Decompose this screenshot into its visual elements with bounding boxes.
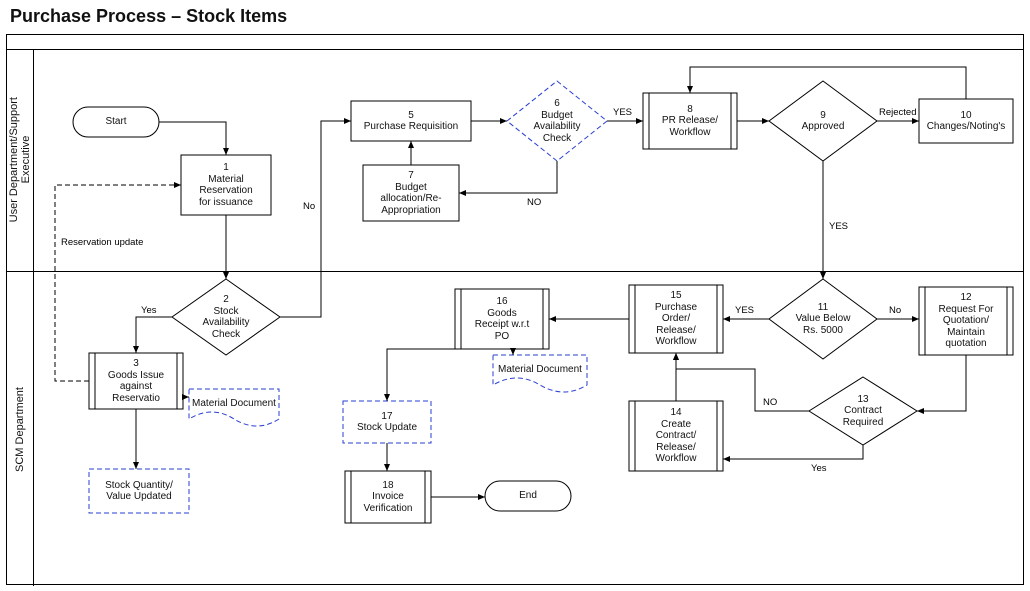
edge-no-2: NO bbox=[527, 197, 541, 208]
node-7: 7 Budget allocation/Re- Appropriation bbox=[363, 165, 459, 221]
node-6: 6 Budget Availability Check bbox=[509, 89, 605, 153]
node-10: 10 Changes/Noting's bbox=[919, 99, 1013, 143]
node-15: 15 Purchase Order/ Release/ Workflow bbox=[635, 285, 717, 353]
lane-user: User Department/Support Executive bbox=[7, 49, 34, 271]
lane-scm: SCM Department bbox=[7, 271, 34, 586]
edge-yes-4: YES bbox=[735, 305, 754, 316]
edge-yes-5: Yes bbox=[811, 463, 827, 474]
edge-no-4: NO bbox=[763, 397, 777, 408]
node-9: 9 Approved bbox=[781, 99, 865, 143]
page-title: Purchase Process – Stock Items bbox=[10, 6, 287, 27]
doc-stock-qty: Stock Quantity/ Value Updated bbox=[89, 469, 189, 513]
node-3: 3 Goods Issue against Reservatio bbox=[95, 353, 177, 409]
node-12: 12 Request For Quotation/ Maintain quota… bbox=[925, 287, 1007, 355]
node-8: 8 PR Release/ Workflow bbox=[649, 93, 731, 149]
node-13: 13 Contract Required bbox=[823, 393, 903, 429]
edge-no-3: No bbox=[889, 305, 901, 316]
diagram-frame: User Department/Support Executive SCM De… bbox=[6, 34, 1024, 585]
node-2: 2 Stock Availability Check bbox=[183, 291, 269, 343]
edge-rejected: Rejected bbox=[879, 107, 917, 118]
flow-canvas: Start 1 Material Reservation for issuanc… bbox=[33, 49, 1023, 585]
node-17: 17 Stock Update bbox=[343, 401, 431, 443]
edge-yes-1: Yes bbox=[141, 305, 157, 316]
doc-material-2: Material Document bbox=[493, 357, 587, 383]
node-18: 18 Invoice Verification bbox=[351, 471, 425, 523]
node-14: 14 Create Contract/ Release/ Workflow bbox=[635, 401, 717, 471]
end-node: End bbox=[485, 481, 571, 511]
node-5: 5 Purchase Requisition bbox=[351, 101, 471, 141]
start-node: Start bbox=[73, 107, 159, 137]
edge-res-update: Reservation update bbox=[61, 237, 143, 248]
edge-yes-3: YES bbox=[829, 221, 848, 232]
doc-material-1: Material Document bbox=[189, 391, 279, 417]
node-11: 11 Value Below Rs. 5000 bbox=[781, 295, 865, 343]
edge-no-1: No bbox=[303, 201, 315, 212]
node-1: 1 Material Reservation for issuance bbox=[181, 155, 271, 215]
edge-yes-2: YES bbox=[613, 107, 632, 118]
node-16: 16 Goods Receipt w.r.t PO bbox=[461, 289, 543, 349]
